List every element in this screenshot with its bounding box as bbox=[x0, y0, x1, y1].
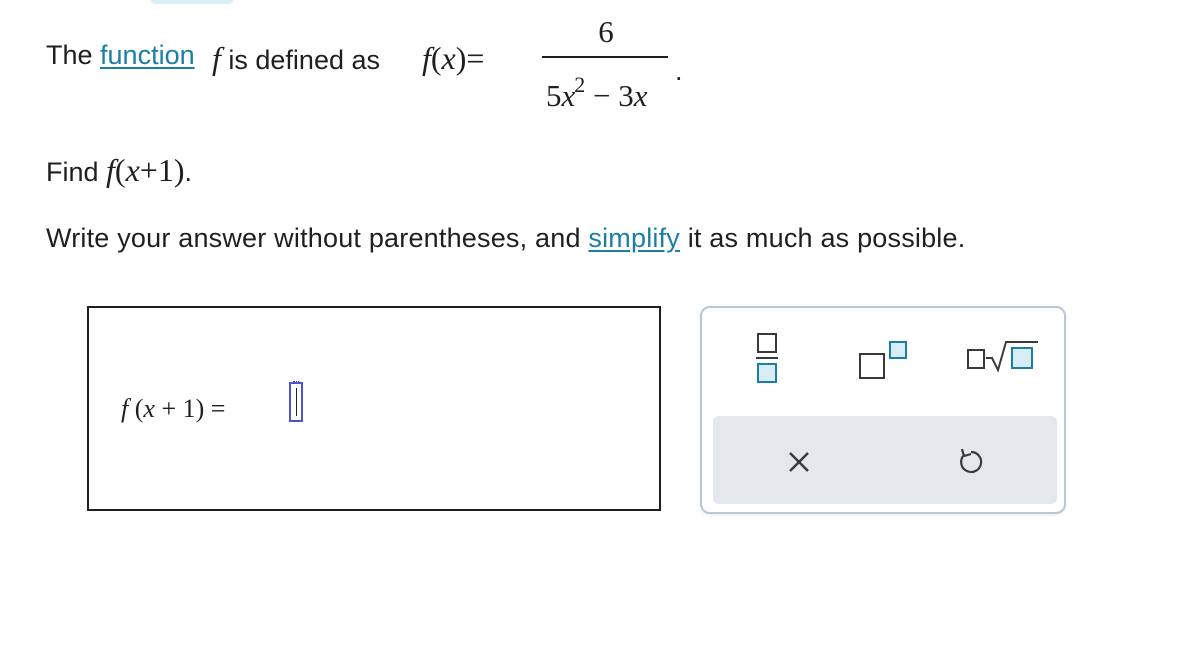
answer-label-rest: (x + 1) = bbox=[128, 394, 226, 423]
intro-middle: is defined as bbox=[220, 45, 380, 75]
page: The function f(x)= f is defined as 6 5x2… bbox=[0, 0, 1178, 654]
undo-button[interactable] bbox=[955, 446, 987, 478]
exponent-icon bbox=[859, 341, 907, 379]
fraction-expression: 6 5x2 − 3x bbox=[540, 14, 672, 114]
fn-name: f bbox=[422, 40, 431, 76]
function-definition: f(x)= bbox=[422, 40, 484, 77]
find-expression: f(x+1) bbox=[106, 152, 185, 188]
fn-arg: (x) bbox=[430, 40, 467, 76]
instruction-prefix: Write your answer without parentheses, a… bbox=[46, 223, 589, 253]
intro-prefix: The bbox=[46, 40, 101, 70]
find-prefix: Find bbox=[46, 157, 107, 187]
sentence-period: . bbox=[675, 56, 683, 86]
action-row bbox=[713, 416, 1057, 504]
equals-sign: = bbox=[466, 40, 485, 76]
fraction-bar bbox=[542, 56, 668, 58]
instruction: Write your answer without parentheses, a… bbox=[46, 223, 965, 254]
function-link[interactable]: function bbox=[100, 40, 195, 70]
numerator: 6 bbox=[598, 14, 614, 49]
close-icon bbox=[789, 452, 809, 472]
fraction-button[interactable] bbox=[750, 330, 786, 392]
simplify-link[interactable]: simplify bbox=[588, 223, 680, 253]
input-caret bbox=[296, 388, 297, 416]
math-palette bbox=[700, 306, 1066, 514]
instruction-suffix: it as much as possible. bbox=[680, 223, 966, 253]
fn-inline: f is defined as bbox=[212, 40, 380, 77]
input-tick-top bbox=[293, 381, 299, 383]
answer-input[interactable] bbox=[289, 381, 303, 423]
fraction-icon bbox=[756, 333, 778, 383]
nth-root-button[interactable] bbox=[966, 338, 1042, 378]
nth-root-icon bbox=[967, 341, 1038, 373]
denominator-exponent: 2 bbox=[574, 72, 586, 97]
inline-fn-name: f bbox=[212, 40, 221, 76]
find-line: Find f(x+1). bbox=[46, 152, 192, 189]
answer-label: f (x + 1) = bbox=[121, 394, 225, 424]
problem-intro: The function bbox=[46, 40, 195, 71]
answer-area[interactable]: f (x + 1) = bbox=[87, 306, 661, 511]
undo-icon bbox=[960, 448, 983, 474]
denominator: 5x2 − 3x bbox=[546, 72, 648, 113]
exponent-button[interactable] bbox=[858, 338, 914, 384]
input-tick-bottom bbox=[293, 421, 299, 423]
clear-button[interactable] bbox=[785, 448, 813, 476]
find-period: . bbox=[184, 157, 192, 187]
top-tab[interactable] bbox=[150, 0, 234, 4]
